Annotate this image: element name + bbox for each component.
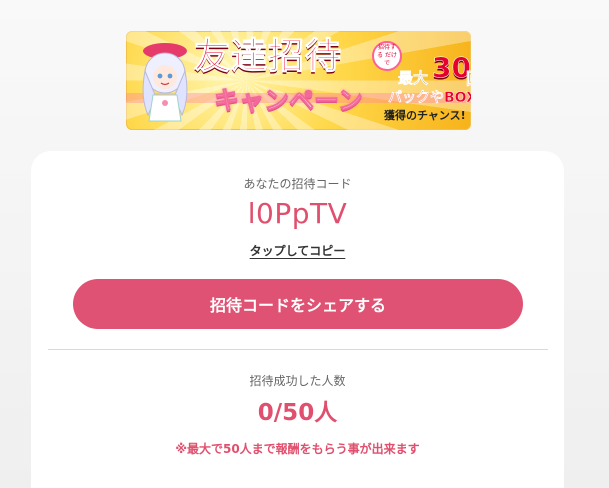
banner-chance-text: 獲得のチャンス! (384, 109, 466, 122)
page: 友達招待 キャンペーン 招待する だけで 最大 30 回 パックやBOX 獲得の… (0, 0, 609, 488)
banner-pack-text: パックやBOX (388, 90, 471, 106)
banner-title: 友達招待 (193, 36, 343, 77)
invite-code-value: l0PpTV (247, 197, 348, 230)
banner-subtitle: キャンペーン (214, 86, 364, 115)
share-invite-code-button[interactable]: 招待コードをシェアする (73, 279, 523, 329)
divider (48, 349, 548, 350)
success-count-label: 招待成功した人数 (249, 374, 346, 388)
character-illustration (142, 43, 188, 122)
banner-max-unit: 回 (466, 65, 471, 89)
success-count-value: 0/50人 (257, 400, 338, 426)
invite-card: あなたの招待コード l0PpTV タップしてコピー 招待コードをシェアする 招待… (31, 151, 564, 488)
copy-link-wrapper: タップしてコピー (31, 240, 564, 259)
copy-code-link[interactable]: タップしてコピー (250, 244, 346, 258)
banner-max-label: 最大 (398, 69, 429, 88)
invite-code-label: あなたの招待コード (243, 177, 352, 191)
friend-invite-campaign-banner[interactable]: 友達招待 キャンペーン 招待する だけで 最大 30 回 パックやBOX 獲得の… (126, 31, 471, 130)
reward-limit-note: ※最大で50人まで報酬をもらう事が出来ます (175, 442, 420, 456)
